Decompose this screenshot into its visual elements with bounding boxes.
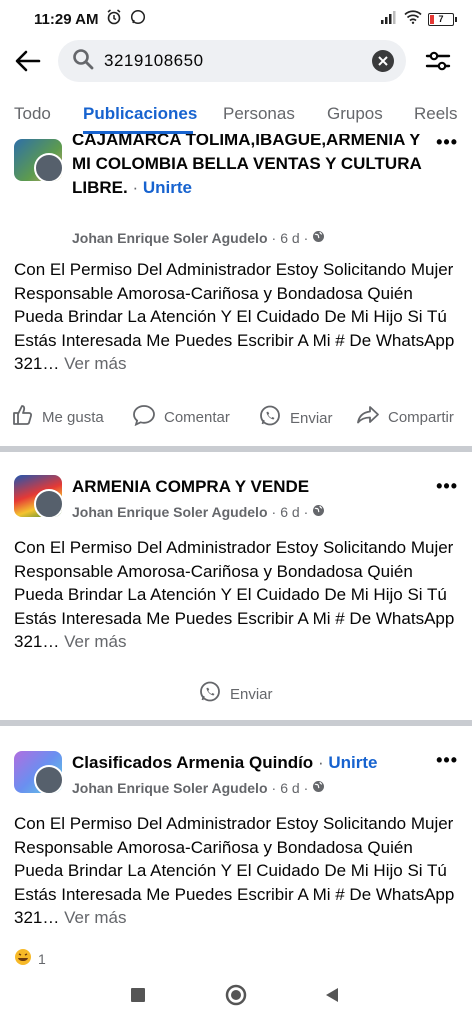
like-label: Me gusta xyxy=(42,408,104,426)
status-time: 11:29 AM xyxy=(34,10,99,28)
comment-label: Comentar xyxy=(164,408,230,426)
filter-sliders-icon[interactable] xyxy=(424,47,452,75)
tab-personas[interactable]: Personas xyxy=(223,104,295,124)
post-meta: Johan Enrique Soler Agudelo · 6 d · xyxy=(72,504,325,520)
wifi-icon xyxy=(404,10,422,28)
group-name-text: ARMENIA COMPRA Y VENDE xyxy=(72,477,310,496)
back-triangle-icon[interactable] xyxy=(324,987,340,1008)
alarm-icon xyxy=(106,9,122,29)
post-time[interactable]: 6 d xyxy=(280,504,299,520)
see-more-link[interactable]: Ver más xyxy=(64,354,126,373)
send-label: Enviar xyxy=(290,409,333,427)
separator: · xyxy=(317,753,324,772)
group-name[interactable]: Clasificados Armenia Quindío · Unirte xyxy=(72,751,432,775)
post-meta: Johan Enrique Soler Agudelo · 6 d · xyxy=(72,230,325,246)
group-avatar[interactable] xyxy=(14,475,62,517)
signal-icon xyxy=(380,10,398,28)
more-options-icon[interactable]: ••• xyxy=(436,134,458,153)
thumbs-up-icon xyxy=(12,404,34,430)
author-avatar xyxy=(34,489,62,517)
share-arrow-icon xyxy=(356,404,380,430)
post-card: CAJAMARCA TOLIMA,IBAGUE,ARMENIA Y MI COL… xyxy=(0,134,472,446)
post-text: Con El Permiso Del Administrador Estoy S… xyxy=(14,536,460,654)
separator: · xyxy=(271,780,277,796)
tab-reels[interactable]: Reels xyxy=(414,104,457,124)
separator: · xyxy=(303,230,309,246)
see-more-link[interactable]: Ver más xyxy=(64,632,126,651)
search-query: 3219108650 xyxy=(104,51,204,70)
search-header: 3219108650 xyxy=(0,38,472,84)
system-nav-bar xyxy=(0,966,472,1024)
group-name[interactable]: ARMENIA COMPRA Y VENDE xyxy=(72,475,432,499)
like-button[interactable]: Me gusta xyxy=(12,404,104,430)
post-card: ARMENIA COMPRA Y VENDE ••• Johan Enrique… xyxy=(0,452,472,720)
whatsapp-icon xyxy=(198,680,222,708)
group-avatar[interactable] xyxy=(14,751,62,793)
home-circle-icon[interactable] xyxy=(225,984,247,1011)
comment-button[interactable]: Comentar xyxy=(132,404,230,430)
author-avatar xyxy=(34,765,62,793)
see-more-link[interactable]: Ver más xyxy=(64,908,126,927)
separator: · xyxy=(303,504,309,520)
back-arrow-icon[interactable] xyxy=(14,47,42,75)
group-name-text: CAJAMARCA TOLIMA,IBAGUE,ARMENIA Y MI COL… xyxy=(72,134,422,197)
post-time[interactable]: 6 d xyxy=(280,230,299,246)
separator: · xyxy=(303,780,309,796)
separator: · xyxy=(132,178,139,197)
send-label: Enviar xyxy=(230,685,273,703)
group-avatar[interactable] xyxy=(14,139,62,181)
status-bar: 11:29 AM 7 xyxy=(0,0,472,38)
globe-icon xyxy=(312,780,325,796)
author-name[interactable]: Johan Enrique Soler Agudelo xyxy=(72,504,268,520)
share-label: Compartir xyxy=(388,408,454,426)
search-icon xyxy=(72,48,94,75)
separator: · xyxy=(271,504,277,520)
send-whatsapp-button[interactable]: Enviar xyxy=(258,404,333,432)
globe-icon xyxy=(312,504,325,520)
join-button[interactable]: Unirte xyxy=(328,753,377,772)
join-button[interactable]: Unirte xyxy=(143,178,192,197)
clear-search-icon[interactable] xyxy=(372,50,394,72)
share-button[interactable]: Compartir xyxy=(356,404,454,430)
battery-level: 7 xyxy=(438,14,444,24)
more-options-icon[interactable]: ••• xyxy=(436,750,458,771)
group-name[interactable]: CAJAMARCA TOLIMA,IBAGUE,ARMENIA Y MI COL… xyxy=(72,134,432,200)
whatsapp-icon xyxy=(258,404,282,432)
author-name[interactable]: Johan Enrique Soler Agudelo xyxy=(72,230,268,246)
battery-icon: 7 xyxy=(428,12,457,26)
whatsapp-status-icon xyxy=(130,9,146,29)
recents-square-icon[interactable] xyxy=(131,988,145,1007)
filter-tabs: Todo Publicaciones Personas Grupos Reels xyxy=(0,92,472,134)
tab-publicaciones[interactable]: Publicaciones xyxy=(83,104,197,124)
post-meta: Johan Enrique Soler Agudelo · 6 d · xyxy=(72,780,325,796)
post-actions: Me gusta Comentar Enviar Compartir xyxy=(0,400,472,430)
separator: · xyxy=(271,230,277,246)
post-card: Clasificados Armenia Quindío · Unirte ••… xyxy=(0,726,472,967)
author-name[interactable]: Johan Enrique Soler Agudelo xyxy=(72,780,268,796)
post-text: Con El Permiso Del Administrador Estoy S… xyxy=(14,258,460,376)
comment-bubble-icon xyxy=(132,404,156,430)
author-avatar xyxy=(34,153,62,181)
more-options-icon[interactable]: ••• xyxy=(436,476,458,497)
globe-icon xyxy=(312,230,325,246)
reaction-count: 1 xyxy=(38,950,46,967)
post-time[interactable]: 6 d xyxy=(280,780,299,796)
post-text: Con El Permiso Del Administrador Estoy S… xyxy=(14,812,460,930)
post-actions: Enviar xyxy=(0,676,472,706)
group-name-text: Clasificados Armenia Quindío xyxy=(72,753,314,772)
tab-todo[interactable]: Todo xyxy=(14,104,51,124)
send-whatsapp-button[interactable]: Enviar xyxy=(198,680,273,708)
tab-grupos[interactable]: Grupos xyxy=(327,104,383,124)
search-input[interactable]: 3219108650 xyxy=(58,40,406,82)
